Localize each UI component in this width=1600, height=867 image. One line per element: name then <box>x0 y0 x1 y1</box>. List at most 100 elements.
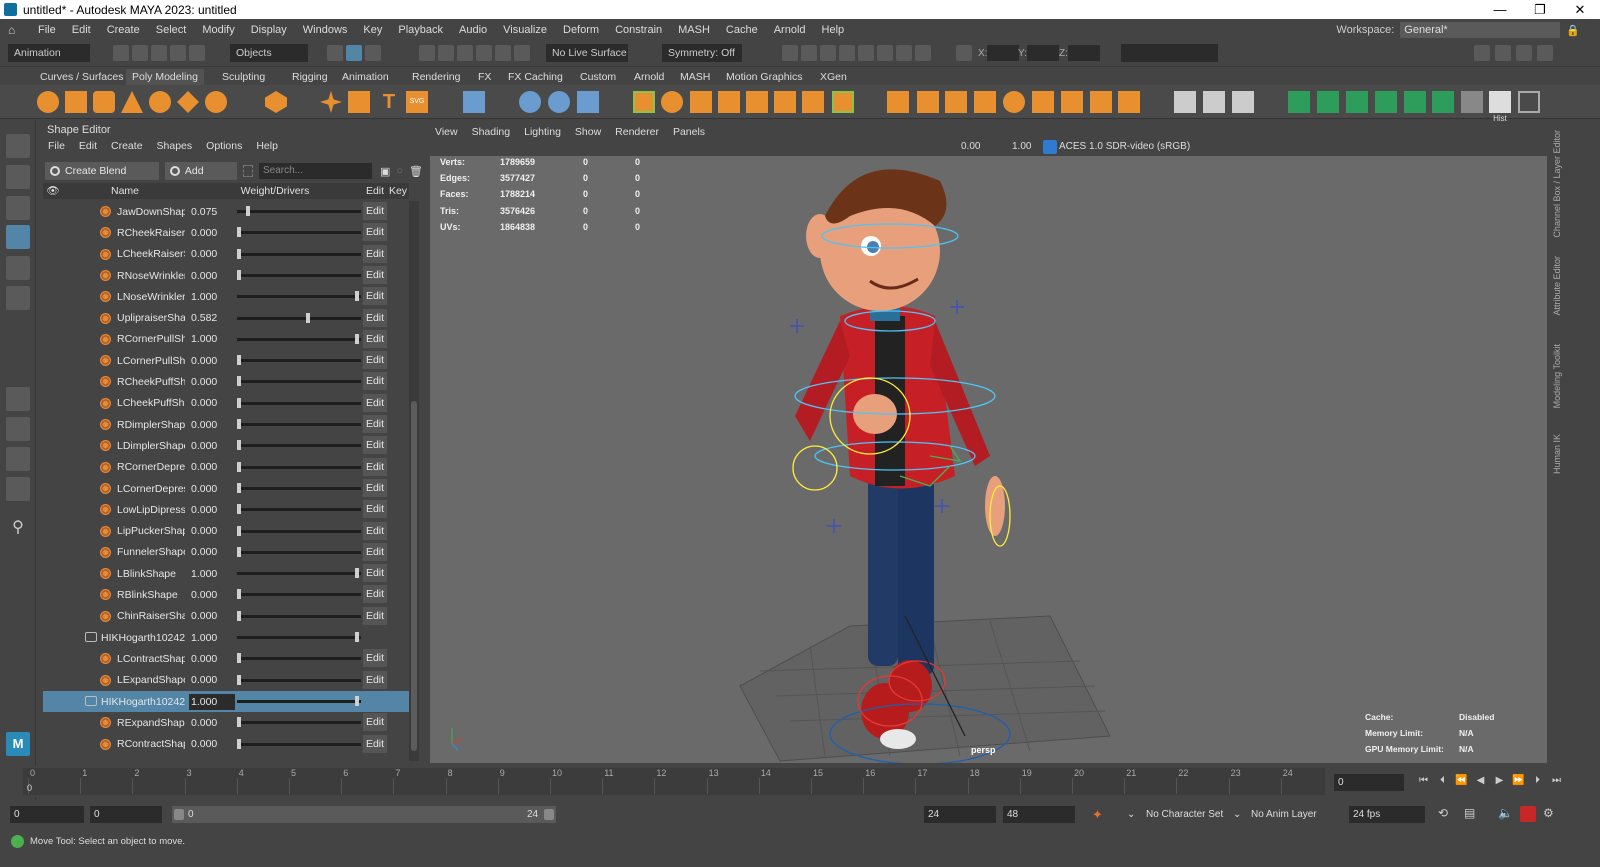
selection-mode-dropdown[interactable]: Objects <box>230 44 308 62</box>
se-menu-shapes[interactable]: Shapes <box>150 140 200 152</box>
weight-field[interactable]: 0.000 <box>189 651 235 667</box>
target-row[interactable]: LCheekPuffShap 0.000 Edit <box>43 393 409 414</box>
open-scene-icon[interactable] <box>132 45 148 61</box>
edit-target-button[interactable]: Edit <box>363 606 387 625</box>
weight-slider[interactable] <box>237 206 361 216</box>
edit-target-button[interactable]: Edit <box>363 564 387 583</box>
mirror-icon[interactable] <box>661 91 683 113</box>
target-row[interactable]: RCornerDepress 0.000 Edit <box>43 457 409 478</box>
lasso-tool-icon[interactable] <box>6 165 30 189</box>
menu-select[interactable]: Select <box>148 19 195 41</box>
se-menu-create[interactable]: Create <box>104 140 150 152</box>
weight-slider-thumb[interactable] <box>237 461 241 472</box>
select-tool-icon[interactable] <box>6 134 30 158</box>
attribute-editor-icon[interactable] <box>1495 45 1511 61</box>
undo-icon[interactable] <box>170 45 186 61</box>
shelf-layout-icon[interactable] <box>1518 91 1540 113</box>
edit-target-button[interactable]: Edit <box>363 670 387 689</box>
lock-icon[interactable]: 🔒 <box>1566 24 1580 37</box>
weight-field[interactable]: 0.075 <box>189 204 235 220</box>
hypershade-icon[interactable] <box>839 45 855 61</box>
new-scene-icon[interactable] <box>113 45 129 61</box>
weight-slider-thumb[interactable] <box>237 355 241 366</box>
weight-slider-thumb[interactable] <box>237 248 241 259</box>
side-tab-human-ik[interactable]: Human IK <box>1552 434 1562 474</box>
snap-point-icon[interactable] <box>457 45 473 61</box>
weight-slider[interactable] <box>237 248 361 259</box>
redo-icon[interactable] <box>189 45 205 61</box>
weight-slider[interactable] <box>237 546 361 557</box>
snap-view-plane-icon[interactable] <box>495 45 511 61</box>
shelf-tab-sculpting[interactable]: Sculpting <box>216 69 271 85</box>
weight-field[interactable]: 0.000 <box>189 459 235 475</box>
target-row[interactable]: LBlinkShape 1.000 Edit <box>43 563 409 584</box>
weight-slider-thumb[interactable] <box>237 610 241 621</box>
snap-curve-icon[interactable] <box>438 45 454 61</box>
edit-target-button[interactable]: Edit <box>363 202 387 220</box>
shelf-tab-custom[interactable]: Custom <box>574 69 622 85</box>
snap-grid-icon[interactable] <box>419 45 435 61</box>
menu-modify[interactable]: Modify <box>194 19 242 41</box>
retopology-icon[interactable] <box>1346 91 1368 113</box>
weight-slider[interactable] <box>237 291 361 302</box>
viewport-menu-shading[interactable]: Shading <box>465 126 518 138</box>
gamma-field[interactable]: 1.00 <box>1012 141 1031 152</box>
edit-target-button[interactable]: Edit <box>363 393 387 412</box>
weight-field[interactable]: 1.000 <box>189 331 235 347</box>
menu-create[interactable]: Create <box>99 19 148 41</box>
weight-field[interactable]: 0.000 <box>189 225 235 241</box>
weight-slider-thumb[interactable] <box>355 632 359 642</box>
target-row[interactable]: RExpandShape 0.000 Edit <box>43 712 409 733</box>
save-scene-icon[interactable] <box>151 45 167 61</box>
range-bar[interactable]: 0 24 <box>172 806 556 823</box>
target-row[interactable]: LExpandShape 0.000 Edit <box>43 670 409 691</box>
cache-playback-icon[interactable]: ▤ <box>1464 806 1475 820</box>
weight-slider-thumb[interactable] <box>237 227 241 238</box>
menu-constrain[interactable]: Constrain <box>607 19 670 41</box>
channel-box-icon[interactable] <box>1537 45 1553 61</box>
modeling-toolkit-icon[interactable] <box>1474 45 1490 61</box>
go-to-end-icon[interactable]: ⏭ <box>1550 774 1563 787</box>
transform-constraint-icon[interactable] <box>956 45 972 61</box>
viewport-menu-lighting[interactable]: Lighting <box>517 126 568 138</box>
snap-projected-icon[interactable] <box>476 45 492 61</box>
poly-cube-icon[interactable] <box>65 91 87 113</box>
weight-field[interactable]: 0.000 <box>189 715 235 731</box>
weight-slider-thumb[interactable] <box>237 482 241 493</box>
weight-slider-thumb[interactable] <box>237 525 241 536</box>
scene-end-field[interactable]: 48 <box>1003 806 1075 823</box>
viewport-persp[interactable]: Verts: 1789659 0 0 Edges: 3577427 0 0 Faces: 1788… <box>430 156 1547 763</box>
z-field[interactable] <box>1068 45 1100 61</box>
target-row[interactable]: ChinRaiserShap 0.000 Edit <box>43 606 409 627</box>
platonic-solid-icon[interactable] <box>265 91 287 113</box>
edit-target-button[interactable]: Edit <box>363 500 387 519</box>
crease-icon[interactable] <box>1317 91 1339 113</box>
delete-icon[interactable]: 🗑 <box>409 165 423 178</box>
target-row[interactable]: LowLipDipressSl 0.000 Edit <box>43 499 409 520</box>
edit-target-button[interactable]: Edit <box>363 372 387 391</box>
pause-ipr-icon[interactable] <box>915 45 931 61</box>
playback-end-field[interactable]: 24 <box>924 806 996 823</box>
menu-mash[interactable]: MASH <box>670 19 718 41</box>
weight-field[interactable]: 0.000 <box>189 544 235 560</box>
edit-target-button[interactable]: Edit <box>363 351 387 370</box>
weight-slider[interactable] <box>237 397 361 408</box>
character-set-dropdown[interactable]: No Character Set <box>1146 806 1223 823</box>
weight-field[interactable]: 0.582 <box>189 310 235 326</box>
edit-target-button[interactable]: Edit <box>363 329 387 348</box>
weight-slider-thumb[interactable] <box>237 397 241 408</box>
weight-slider-thumb[interactable] <box>237 504 241 515</box>
weight-slider-thumb[interactable] <box>237 738 241 749</box>
side-tab-attribute-editor[interactable]: Attribute Editor <box>1552 256 1562 316</box>
menu-visualize[interactable]: Visualize <box>495 19 555 41</box>
viewport-menu-renderer[interactable]: Renderer <box>608 126 666 138</box>
render-current-frame-icon[interactable] <box>782 45 798 61</box>
target-row[interactable]: LNoseWrinklerSl 1.000 Edit <box>43 286 409 307</box>
bevel-icon[interactable] <box>746 91 768 113</box>
poly-plane-icon[interactable] <box>177 91 199 113</box>
weight-slider[interactable] <box>237 269 361 280</box>
shape-editor-scrollbar[interactable] <box>409 201 419 761</box>
animation-preferences-icon[interactable]: ⚙ <box>1543 806 1554 820</box>
weight-field[interactable]: 0.000 <box>189 417 235 433</box>
range-start-handle[interactable] <box>174 809 184 820</box>
